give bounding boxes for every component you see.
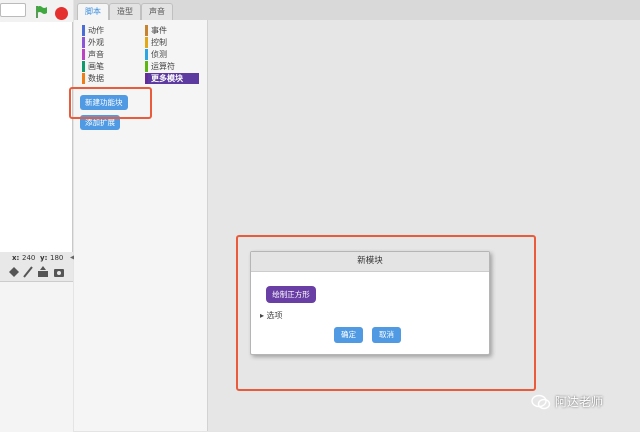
ok-button[interactable]: 确定 <box>334 327 363 343</box>
green-flag-icon[interactable] <box>34 5 48 19</box>
tab-scripts[interactable]: 脚本 <box>77 3 109 21</box>
category-looks[interactable]: 外观 <box>82 37 104 48</box>
category-control[interactable]: 控制 <box>145 37 167 48</box>
project-title-input[interactable] <box>0 3 26 17</box>
camera-icon[interactable] <box>53 266 65 278</box>
sprite-library-icon[interactable] <box>8 266 20 278</box>
category-color-bar <box>145 73 148 84</box>
stage-canvas[interactable] <box>0 22 73 252</box>
dialog-title: 新模块 <box>251 252 489 272</box>
tab-sounds[interactable]: 声音 <box>141 3 173 21</box>
watermark-text: 阿达老师 <box>555 395 604 409</box>
upload-icon[interactable] <box>37 266 49 278</box>
category-data[interactable]: 数据 <box>82 73 104 84</box>
category-pen[interactable]: 画笔 <box>82 61 104 72</box>
block-palette: 动作 外观 声音 画笔 数据 事件 控制 侦测 运算符 更多模块 新建功能块 添… <box>74 20 208 431</box>
x-label: x: <box>12 254 20 262</box>
options-toggle[interactable]: ▸ 选项 <box>260 310 283 321</box>
highlight-make-block <box>69 87 152 119</box>
category-color-bar <box>82 37 85 48</box>
category-color-bar <box>145 37 148 48</box>
category-color-bar <box>145 49 148 60</box>
x-value: 240 <box>22 254 36 262</box>
tab-costumes[interactable]: 造型 <box>109 3 141 21</box>
new-block-dialog: 新模块 绘制正方形 ▸ 选项 确定 取消 <box>250 251 490 355</box>
category-sensing[interactable]: 侦测 <box>145 49 167 60</box>
sprite-list <box>0 281 73 432</box>
block-name-input[interactable]: 绘制正方形 <box>266 286 316 303</box>
cancel-button[interactable]: 取消 <box>372 327 401 343</box>
paint-brush-icon[interactable] <box>22 266 34 278</box>
y-label: y: <box>40 254 48 262</box>
new-sprite-tools <box>0 263 73 281</box>
category-color-bar <box>145 61 148 72</box>
category-color-bar <box>82 61 85 72</box>
y-value: 180 <box>50 254 64 262</box>
category-color-bar <box>82 73 85 84</box>
stop-icon[interactable] <box>55 7 68 20</box>
category-more-blocks[interactable]: 更多模块 <box>145 73 199 84</box>
category-color-bar <box>145 25 148 36</box>
mouse-coordinates: x: 240 y: 180 <box>0 252 73 263</box>
editor-tabs: 脚本 造型 声音 <box>74 0 640 21</box>
category-events[interactable]: 事件 <box>145 25 167 36</box>
category-color-bar <box>82 25 85 36</box>
stage-panel: x: 240 y: 180 <box>0 0 73 432</box>
stage-toolbar <box>0 0 73 22</box>
wechat-icon <box>531 394 551 410</box>
category-motion[interactable]: 动作 <box>82 25 104 36</box>
category-operators[interactable]: 运算符 <box>145 61 175 72</box>
category-sound[interactable]: 声音 <box>82 49 104 60</box>
category-color-bar <box>82 49 85 60</box>
